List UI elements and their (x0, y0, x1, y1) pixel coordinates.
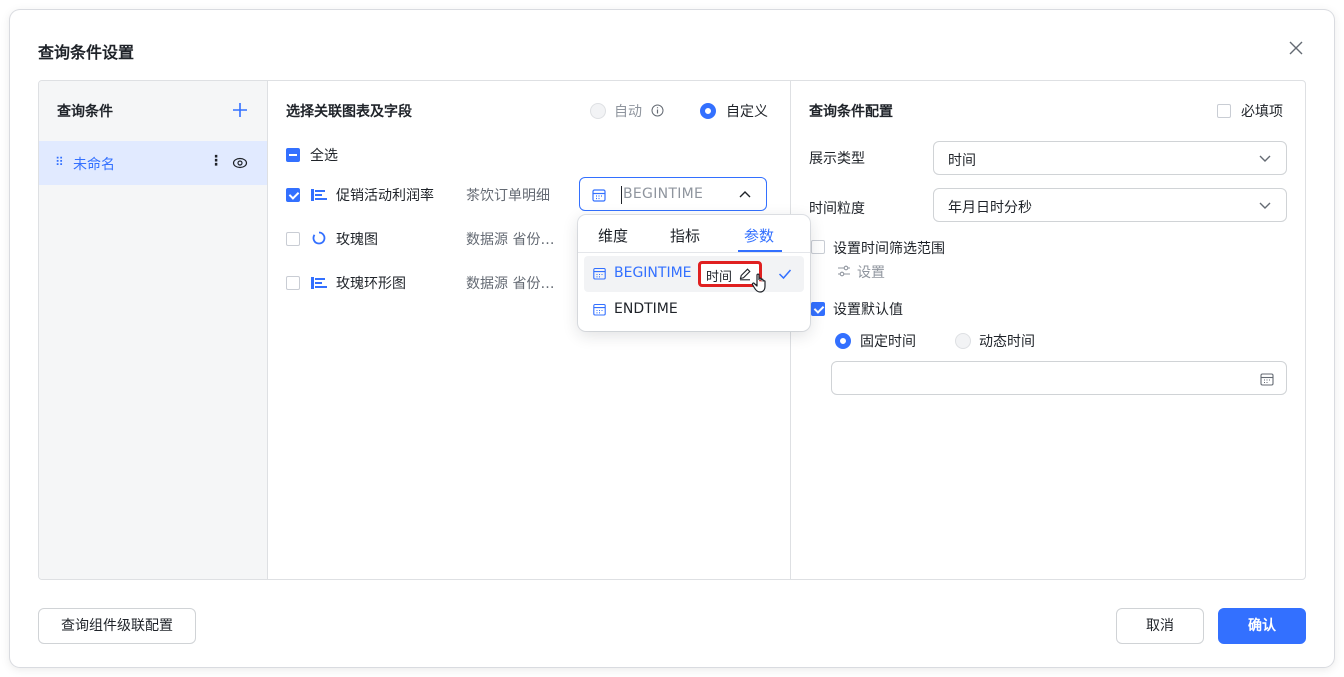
confirm-button[interactable]: 确认 (1218, 608, 1306, 644)
add-condition-icon[interactable] (231, 101, 249, 119)
chart-checkbox[interactable] (286, 232, 300, 246)
tab-metric[interactable]: 指标 (670, 225, 700, 246)
required-label: 必填项 (1241, 104, 1283, 120)
cascade-config-button[interactable]: 查询组件级联配置 (38, 608, 196, 644)
chart-field-title: 选择关联图表及字段 (286, 104, 412, 120)
calendar-icon (593, 303, 606, 316)
query-settings-dialog: 查询条件设置 查询条件 ⠿ 未命名 ⋮ 选择关联图表及字段 自动 自定义 全选 … (10, 10, 1334, 667)
granularity-value: 年月日时分秒 (948, 200, 1032, 216)
check-icon (778, 269, 792, 280)
more-icon[interactable]: ⋮ (209, 153, 223, 169)
condition-config-panel: 查询条件配置 必填项 展示类型 时间 时间粒度 年月日时分秒 设置时间筛选范围 (791, 81, 1305, 579)
settings-link[interactable]: 设置 (857, 262, 885, 282)
chart-source: 数据源 省份… (466, 276, 555, 292)
fixed-time-label: 固定时间 (860, 334, 916, 350)
calendar-icon (593, 267, 606, 280)
display-type-select[interactable]: 时间 (933, 141, 1287, 175)
granularity-label: 时间粒度 (809, 201, 865, 217)
default-value-checkbox[interactable] (811, 302, 825, 316)
chart-source: 数据源 省份… (466, 232, 555, 248)
condition-item-label: 未命名 (73, 157, 115, 173)
bar-chart-icon (311, 189, 327, 201)
dynamic-time-radio[interactable] (955, 333, 971, 349)
condition-item[interactable]: ⠿ 未命名 ⋮ (39, 141, 267, 185)
chart-source: 茶饮订单明细 (466, 188, 550, 204)
close-icon[interactable] (1286, 38, 1306, 58)
config-title: 查询条件配置 (809, 104, 893, 120)
cancel-button[interactable]: 取消 (1116, 608, 1204, 644)
custom-radio-label: 自定义 (726, 104, 768, 120)
dropdown-item-label: ENDTIME (614, 301, 678, 317)
condition-list-panel: 查询条件 ⠿ 未命名 ⋮ (39, 81, 268, 579)
display-type-label: 展示类型 (809, 151, 865, 167)
auto-radio (590, 103, 606, 119)
select-all-checkbox[interactable] (286, 148, 300, 162)
auto-radio-label: 自动 (614, 104, 642, 120)
settings-sliders-icon (838, 265, 850, 277)
chart-name: 玫瑰图 (336, 232, 378, 248)
bar-chart-icon (311, 277, 327, 289)
chevron-down-icon (1259, 202, 1271, 209)
eye-icon[interactable] (232, 156, 248, 170)
required-checkbox[interactable] (1217, 104, 1231, 118)
select-all-label: 全选 (310, 148, 338, 164)
condition-list-title: 查询条件 (57, 104, 113, 120)
tab-parameter[interactable]: 参数 (744, 225, 774, 246)
info-icon[interactable] (651, 104, 664, 117)
dynamic-time-label: 动态时间 (979, 334, 1035, 350)
drag-handle-icon[interactable]: ⠿ (55, 155, 64, 169)
field-select-placeholder: BEGINTIME (623, 186, 704, 202)
tab-dimension[interactable]: 维度 (598, 225, 628, 246)
chart-name: 玫瑰环形图 (336, 276, 406, 292)
edit-icon[interactable] (738, 267, 752, 281)
chevron-down-icon (1259, 155, 1271, 162)
chart-checkbox[interactable] (286, 276, 300, 290)
chart-name: 促销活动利润率 (336, 188, 434, 204)
display-type-value: 时间 (948, 153, 976, 169)
dropdown-item-begintime[interactable]: BEGINTIME 时间 (584, 256, 804, 293)
field-select[interactable]: BEGINTIME (579, 177, 767, 211)
time-range-checkbox[interactable] (811, 240, 825, 254)
rose-chart-icon (312, 231, 326, 245)
dropdown-item-endtime[interactable]: ENDTIME (584, 292, 804, 328)
custom-radio[interactable] (700, 103, 716, 119)
granularity-select[interactable]: 年月日时分秒 (933, 188, 1287, 222)
time-range-label: 设置时间筛选范围 (833, 241, 945, 257)
calendar-icon (592, 189, 606, 202)
time-type-tag-label: 时间 (706, 270, 733, 285)
fixed-time-radio[interactable] (835, 333, 851, 349)
field-dropdown: 维度 指标 参数 BEGINTIME 时间 ENDTIME (578, 215, 810, 331)
chart-checkbox[interactable] (286, 188, 300, 202)
chevron-up-icon (739, 191, 751, 198)
hand-cursor-icon (751, 273, 766, 293)
dialog-title: 查询条件设置 (38, 43, 135, 62)
default-value-label: 设置默认值 (833, 302, 903, 318)
calendar-icon[interactable] (1260, 372, 1274, 386)
default-date-input[interactable] (831, 361, 1287, 395)
dropdown-item-label: BEGINTIME (614, 265, 692, 281)
